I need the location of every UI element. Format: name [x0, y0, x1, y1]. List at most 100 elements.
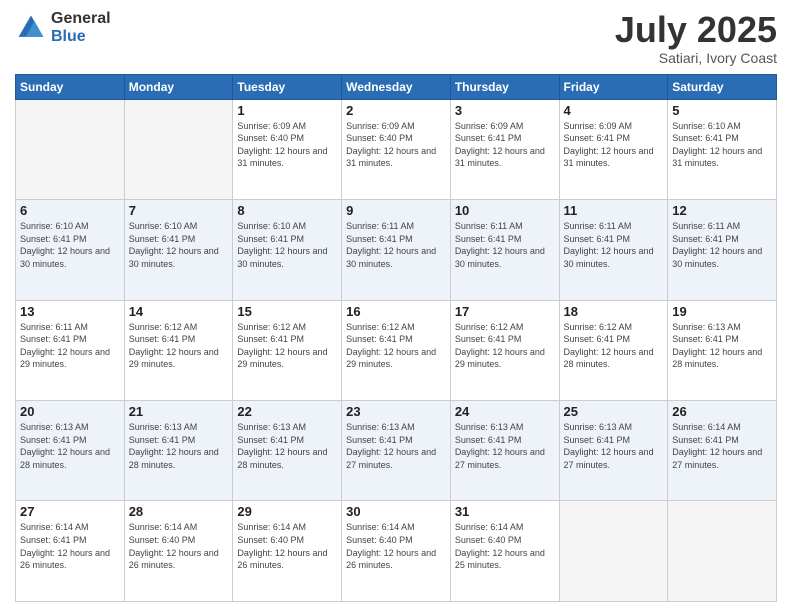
- col-monday: Monday: [124, 74, 233, 99]
- table-row: 19 Sunrise: 6:13 AMSunset: 6:41 PMDayligh…: [668, 300, 777, 400]
- day-info: Sunrise: 6:13 AMSunset: 6:41 PMDaylight:…: [20, 421, 120, 471]
- title-month: July 2025: [615, 10, 777, 50]
- title-block: July 2025 Satiari, Ivory Coast: [615, 10, 777, 66]
- page: General Blue July 2025 Satiari, Ivory Co…: [0, 0, 792, 612]
- day-info: Sunrise: 6:13 AMSunset: 6:41 PMDaylight:…: [346, 421, 446, 471]
- table-row: 1Sunrise: 6:09 AMSunset: 6:40 PMDaylight…: [233, 99, 342, 199]
- day-info: Sunrise: 6:11 AMSunset: 6:41 PMDaylight:…: [20, 321, 120, 371]
- day-number: 22: [237, 404, 337, 419]
- day-info: Sunrise: 6:12 AMSunset: 6:41 PMDaylight:…: [237, 321, 337, 371]
- day-number: 13: [20, 304, 120, 319]
- day-info: Sunrise: 6:14 AMSunset: 6:41 PMDaylight:…: [20, 521, 120, 571]
- table-row: 9Sunrise: 6:11 AMSunset: 6:41 PMDaylight…: [342, 200, 451, 300]
- day-info: Sunrise: 6:13 AMSunset: 6:41 PMDaylight:…: [129, 421, 229, 471]
- table-row: 15 Sunrise: 6:12 AMSunset: 6:41 PMDayligh…: [233, 300, 342, 400]
- table-row: [668, 501, 777, 602]
- day-info: Sunrise: 6:13 AMSunset: 6:41 PMDaylight:…: [564, 421, 664, 471]
- logo-general: General: [51, 10, 111, 28]
- day-number: 5: [672, 103, 772, 118]
- table-row: 13 Sunrise: 6:11 AMSunset: 6:41 PMDayligh…: [16, 300, 125, 400]
- col-saturday: Saturday: [668, 74, 777, 99]
- day-number: 29: [237, 504, 337, 519]
- calendar-week-row: 13 Sunrise: 6:11 AMSunset: 6:41 PMDayligh…: [16, 300, 777, 400]
- table-row: 31 Sunrise: 6:14 AMSunset: 6:40 PMDayligh…: [450, 501, 559, 602]
- table-row: 16Sunrise: 6:12 AMSunset: 6:41 PMDayligh…: [342, 300, 451, 400]
- header: General Blue July 2025 Satiari, Ivory Co…: [15, 10, 777, 66]
- table-row: 7Sunrise: 6:10 AMSunset: 6:41 PMDaylight…: [124, 200, 233, 300]
- day-number: 6: [20, 203, 120, 218]
- col-sunday: Sunday: [16, 74, 125, 99]
- calendar-week-row: 20Sunrise: 6:13 AMSunset: 6:41 PMDayligh…: [16, 401, 777, 501]
- day-info: Sunrise: 6:09 AMSunset: 6:40 PMDaylight:…: [237, 120, 337, 170]
- table-row: 26 Sunrise: 6:14 AMSunset: 6:41 PMDayligh…: [668, 401, 777, 501]
- day-number: 8: [237, 203, 337, 218]
- calendar-table: Sunday Monday Tuesday Wednesday Thursday…: [15, 74, 777, 602]
- day-number: 10: [455, 203, 555, 218]
- table-row: 10Sunrise: 6:11 AMSunset: 6:41 PMDayligh…: [450, 200, 559, 300]
- day-number: 25: [564, 404, 664, 419]
- day-number: 23: [346, 404, 446, 419]
- day-number: 15: [237, 304, 337, 319]
- day-info: Sunrise: 6:11 AMSunset: 6:41 PMDaylight:…: [672, 220, 772, 270]
- col-friday: Friday: [559, 74, 668, 99]
- day-info: Sunrise: 6:10 AMSunset: 6:41 PMDaylight:…: [237, 220, 337, 270]
- table-row: 29 Sunrise: 6:14 AMSunset: 6:40 PMDayligh…: [233, 501, 342, 602]
- day-number: 21: [129, 404, 229, 419]
- table-row: [559, 501, 668, 602]
- table-row: 21 Sunrise: 6:13 AMSunset: 6:41 PMDayligh…: [124, 401, 233, 501]
- day-info: Sunrise: 6:14 AMSunset: 6:40 PMDaylight:…: [237, 521, 337, 571]
- day-number: 11: [564, 203, 664, 218]
- col-wednesday: Wednesday: [342, 74, 451, 99]
- day-number: 28: [129, 504, 229, 519]
- calendar-week-row: 27Sunrise: 6:14 AMSunset: 6:41 PMDayligh…: [16, 501, 777, 602]
- table-row: 11 Sunrise: 6:11 AMSunset: 6:41 PMDayligh…: [559, 200, 668, 300]
- day-number: 2: [346, 103, 446, 118]
- day-number: 30: [346, 504, 446, 519]
- day-info: Sunrise: 6:13 AMSunset: 6:41 PMDaylight:…: [672, 321, 772, 371]
- table-row: 25 Sunrise: 6:13 AMSunset: 6:41 PMDayligh…: [559, 401, 668, 501]
- day-number: 31: [455, 504, 555, 519]
- table-row: [124, 99, 233, 199]
- table-row: 2 Sunrise: 6:09 AMSunset: 6:40 PMDaylight…: [342, 99, 451, 199]
- day-number: 19: [672, 304, 772, 319]
- day-info: Sunrise: 6:11 AMSunset: 6:41 PMDaylight:…: [346, 220, 446, 270]
- day-number: 24: [455, 404, 555, 419]
- calendar-header-row: Sunday Monday Tuesday Wednesday Thursday…: [16, 74, 777, 99]
- table-row: 8 Sunrise: 6:10 AMSunset: 6:41 PMDaylight…: [233, 200, 342, 300]
- logo-blue: Blue: [51, 28, 111, 46]
- calendar-week-row: 6 Sunrise: 6:10 AMSunset: 6:41 PMDaylight…: [16, 200, 777, 300]
- day-number: 7: [129, 203, 229, 218]
- day-info: Sunrise: 6:10 AMSunset: 6:41 PMDaylight:…: [20, 220, 120, 270]
- day-info: Sunrise: 6:14 AMSunset: 6:40 PMDaylight:…: [346, 521, 446, 571]
- day-number: 4: [564, 103, 664, 118]
- table-row: 4 Sunrise: 6:09 AMSunset: 6:41 PMDaylight…: [559, 99, 668, 199]
- day-number: 16: [346, 304, 446, 319]
- day-info: Sunrise: 6:10 AMSunset: 6:41 PMDaylight:…: [672, 120, 772, 170]
- table-row: 17Sunrise: 6:12 AMSunset: 6:41 PMDayligh…: [450, 300, 559, 400]
- day-number: 26: [672, 404, 772, 419]
- day-info: Sunrise: 6:14 AMSunset: 6:41 PMDaylight:…: [672, 421, 772, 471]
- col-tuesday: Tuesday: [233, 74, 342, 99]
- table-row: 23 Sunrise: 6:13 AMSunset: 6:41 PMDayligh…: [342, 401, 451, 501]
- table-row: 5 Sunrise: 6:10 AMSunset: 6:41 PMDaylight…: [668, 99, 777, 199]
- day-info: Sunrise: 6:09 AMSunset: 6:41 PMDaylight:…: [455, 120, 555, 170]
- table-row: 30 Sunrise: 6:14 AMSunset: 6:40 PMDayligh…: [342, 501, 451, 602]
- day-number: 3: [455, 103, 555, 118]
- day-info: Sunrise: 6:12 AMSunset: 6:41 PMDaylight:…: [129, 321, 229, 371]
- table-row: 6 Sunrise: 6:10 AMSunset: 6:41 PMDaylight…: [16, 200, 125, 300]
- logo-text: General Blue: [51, 10, 111, 45]
- table-row: 3 Sunrise: 6:09 AMSunset: 6:41 PMDaylight…: [450, 99, 559, 199]
- day-info: Sunrise: 6:09 AMSunset: 6:40 PMDaylight:…: [346, 120, 446, 170]
- day-number: 14: [129, 304, 229, 319]
- logo: General Blue: [15, 10, 111, 45]
- calendar-week-row: 1Sunrise: 6:09 AMSunset: 6:40 PMDaylight…: [16, 99, 777, 199]
- day-info: Sunrise: 6:13 AMSunset: 6:41 PMDaylight:…: [455, 421, 555, 471]
- day-info: Sunrise: 6:14 AMSunset: 6:40 PMDaylight:…: [455, 521, 555, 571]
- day-info: Sunrise: 6:09 AMSunset: 6:41 PMDaylight:…: [564, 120, 664, 170]
- table-row: 12 Sunrise: 6:11 AMSunset: 6:41 PMDayligh…: [668, 200, 777, 300]
- day-info: Sunrise: 6:11 AMSunset: 6:41 PMDaylight:…: [564, 220, 664, 270]
- table-row: 28Sunrise: 6:14 AMSunset: 6:40 PMDayligh…: [124, 501, 233, 602]
- day-number: 12: [672, 203, 772, 218]
- day-number: 18: [564, 304, 664, 319]
- day-info: Sunrise: 6:13 AMSunset: 6:41 PMDaylight:…: [237, 421, 337, 471]
